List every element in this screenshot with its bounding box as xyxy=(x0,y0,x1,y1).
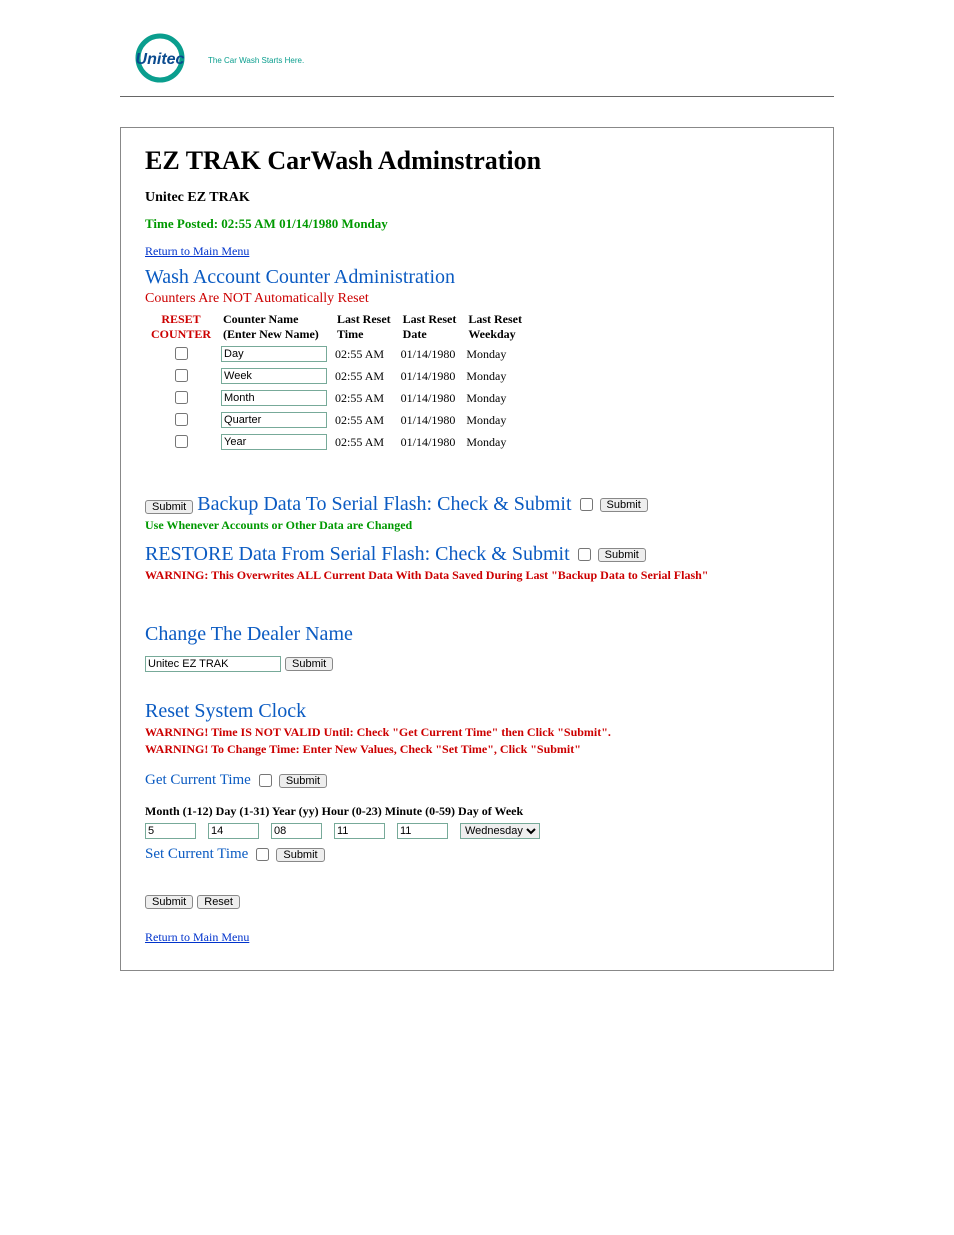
last-reset-date: 01/14/1980 xyxy=(397,431,463,453)
clock-field-labels: Month (1-12) Day (1-31) Year (yy) Hour (… xyxy=(145,804,809,819)
reset-counter-checkbox[interactable] xyxy=(175,347,188,360)
restore-heading: RESTORE Data From Serial Flash: Check & … xyxy=(145,543,570,566)
last-reset-weekday: Monday xyxy=(462,387,528,409)
counter-name-input[interactable] xyxy=(221,346,327,362)
clock-warning-2: WARNING! To Change Time: Enter New Value… xyxy=(145,742,809,757)
restore-checkbox[interactable] xyxy=(578,548,591,561)
reset-counter-checkbox[interactable] xyxy=(175,369,188,382)
clock-day-input[interactable] xyxy=(208,823,259,839)
counter-name-input[interactable] xyxy=(221,368,327,384)
logo-header: Unitec The Car Wash Starts Here. xyxy=(120,30,834,97)
table-row: 02:55 AM01/14/1980Monday xyxy=(145,431,528,453)
clock-year-input[interactable] xyxy=(271,823,322,839)
logo-tagline: The Car Wash Starts Here. xyxy=(208,56,304,65)
last-reset-time: 02:55 AM xyxy=(331,431,397,453)
backup-heading: Backup Data To Serial Flash: Check & Sub… xyxy=(197,493,571,516)
set-current-time-checkbox[interactable] xyxy=(256,848,269,861)
unitec-logo-icon: Unitec xyxy=(120,30,200,90)
get-current-time-submit-button[interactable]: Submit xyxy=(279,774,327,788)
counters-heading: Wash Account Counter Administration xyxy=(145,266,809,289)
clock-hour-input[interactable] xyxy=(334,823,385,839)
counter-name-input[interactable] xyxy=(221,390,327,406)
form-submit-button[interactable]: Submit xyxy=(145,895,193,909)
last-reset-time: 02:55 AM xyxy=(331,387,397,409)
clock-month-input[interactable] xyxy=(145,823,196,839)
last-reset-weekday: Monday xyxy=(462,431,528,453)
backup-note: Use Whenever Accounts or Other Data are … xyxy=(145,518,809,533)
reset-counter-checkbox[interactable] xyxy=(175,413,188,426)
get-current-time-label: Get Current Time xyxy=(145,772,251,789)
svg-text:Unitec: Unitec xyxy=(136,51,185,68)
reset-counter-checkbox[interactable] xyxy=(175,435,188,448)
last-reset-weekday: Monday xyxy=(462,409,528,431)
dealer-name-input[interactable] xyxy=(145,656,281,672)
last-reset-time: 02:55 AM xyxy=(331,343,397,365)
restore-warning: WARNING: This Overwrites ALL Current Dat… xyxy=(145,568,809,583)
last-reset-date: 01/14/1980 xyxy=(397,365,463,387)
backup-submit-button[interactable]: Submit xyxy=(600,498,648,512)
col-counter-name: Counter Name(Enter New Name) xyxy=(217,311,331,343)
col-last-reset-time: Last ResetTime xyxy=(331,311,397,343)
set-current-time-submit-button[interactable]: Submit xyxy=(276,848,324,862)
col-reset: RESETCOUNTER xyxy=(145,311,217,343)
last-reset-weekday: Monday xyxy=(462,343,528,365)
table-row: 02:55 AM01/14/1980Monday xyxy=(145,387,528,409)
counter-name-input[interactable] xyxy=(221,412,327,428)
page-subtitle: Unitec EZ TRAK xyxy=(145,190,809,206)
counter-name-input[interactable] xyxy=(221,434,327,450)
return-main-menu-link-top[interactable]: Return to Main Menu xyxy=(145,244,249,258)
last-reset-time: 02:55 AM xyxy=(331,409,397,431)
table-row: 02:55 AM01/14/1980Monday xyxy=(145,409,528,431)
dealer-heading: Change The Dealer Name xyxy=(145,623,809,646)
get-current-time-checkbox[interactable] xyxy=(259,774,272,787)
last-reset-date: 01/14/1980 xyxy=(397,387,463,409)
counters-table: RESETCOUNTER Counter Name(Enter New Name… xyxy=(145,311,528,453)
counters-submit-button[interactable]: Submit xyxy=(145,500,193,514)
admin-panel: EZ TRAK CarWash Adminstration Unitec EZ … xyxy=(120,127,834,971)
page-title: EZ TRAK CarWash Adminstration xyxy=(145,146,809,176)
backup-checkbox[interactable] xyxy=(580,498,593,511)
clock-day-of-week-select[interactable]: Wednesday xyxy=(460,823,540,839)
restore-submit-button[interactable]: Submit xyxy=(598,548,646,562)
reset-counter-checkbox[interactable] xyxy=(175,391,188,404)
table-row: 02:55 AM01/14/1980Monday xyxy=(145,365,528,387)
form-reset-button[interactable]: Reset xyxy=(197,895,240,909)
dealer-submit-button[interactable]: Submit xyxy=(285,657,333,671)
clock-warning-1: WARNING! Time IS NOT VALID Until: Check … xyxy=(145,725,809,740)
last-reset-weekday: Monday xyxy=(462,365,528,387)
clock-minute-input[interactable] xyxy=(397,823,448,839)
counters-subheading: Counters Are NOT Automatically Reset xyxy=(145,291,809,307)
last-reset-time: 02:55 AM xyxy=(331,365,397,387)
clock-heading: Reset System Clock xyxy=(145,700,809,723)
last-reset-date: 01/14/1980 xyxy=(397,343,463,365)
set-current-time-label: Set Current Time xyxy=(145,846,248,863)
return-main-menu-link-bottom[interactable]: Return to Main Menu xyxy=(145,930,249,944)
table-row: 02:55 AM01/14/1980Monday xyxy=(145,343,528,365)
time-posted: Time Posted: 02:55 AM 01/14/1980 Monday xyxy=(145,216,809,232)
col-last-reset-weekday: Last ResetWeekday xyxy=(462,311,528,343)
last-reset-date: 01/14/1980 xyxy=(397,409,463,431)
col-last-reset-date: Last ResetDate xyxy=(397,311,463,343)
